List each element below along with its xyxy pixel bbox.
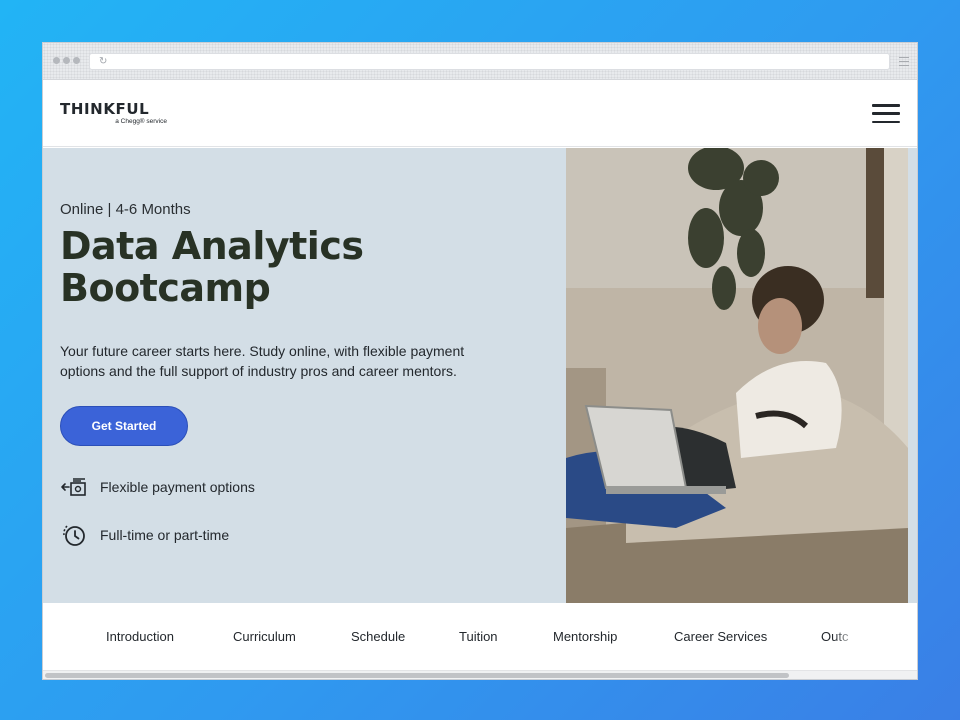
tab-introduction[interactable]: Introduction <box>106 629 174 644</box>
feature-label: Flexible payment options <box>100 479 255 495</box>
scrollbar-thumb[interactable] <box>45 673 789 678</box>
page-title: Data Analytics Bootcamp <box>60 225 480 309</box>
browser-window: ↻ THINKFUL a Chegg® service Online | 4-6… <box>42 42 918 680</box>
window-dot[interactable] <box>53 57 60 64</box>
browser-menu-icon[interactable] <box>899 57 909 66</box>
logo-wordmark: THINKFUL <box>60 100 150 118</box>
thinkful-logo[interactable]: THINKFUL a Chegg® service <box>60 100 170 126</box>
title-line: Data Analytics <box>60 224 364 268</box>
tab-mentorship[interactable]: Mentorship <box>553 629 617 644</box>
window-controls <box>53 57 80 64</box>
section-tabs: Introduction Curriculum Schedule Tuition… <box>43 603 917 669</box>
payment-icon <box>60 473 88 501</box>
logo-tagline: a Chegg® service <box>115 118 167 125</box>
tab-schedule[interactable]: Schedule <box>351 629 405 644</box>
get-started-button[interactable]: Get Started <box>60 406 188 446</box>
hamburger-menu-icon[interactable] <box>872 104 900 123</box>
reload-icon[interactable]: ↻ <box>99 56 107 68</box>
feature-item: Full-time or part-time <box>60 521 229 549</box>
window-dot[interactable] <box>73 57 80 64</box>
tab-curriculum[interactable]: Curriculum <box>233 629 296 644</box>
address-bar[interactable]: ↻ <box>89 53 890 70</box>
feature-label: Full-time or part-time <box>100 527 230 543</box>
hero-description: Your future career starts here. Study on… <box>60 343 465 379</box>
browser-toolbar: ↻ <box>43 43 917 80</box>
window-dot[interactable] <box>63 57 70 64</box>
title-line: Bootcamp <box>60 266 271 310</box>
horizontal-scrollbar[interactable] <box>43 670 917 679</box>
clock-icon <box>60 521 88 549</box>
hero-image <box>566 148 908 603</box>
hero-eyebrow: Online | 4-6 Months <box>60 201 191 218</box>
tab-outcomes[interactable]: Outc <box>821 629 848 644</box>
tab-career-services[interactable]: Career Services <box>674 629 767 644</box>
hero-section: Online | 4-6 Months Data Analytics Bootc… <box>43 148 917 603</box>
tab-tuition[interactable]: Tuition <box>459 629 498 644</box>
feature-item: Flexible payment options <box>60 473 255 501</box>
site-header: THINKFUL a Chegg® service <box>43 80 917 147</box>
